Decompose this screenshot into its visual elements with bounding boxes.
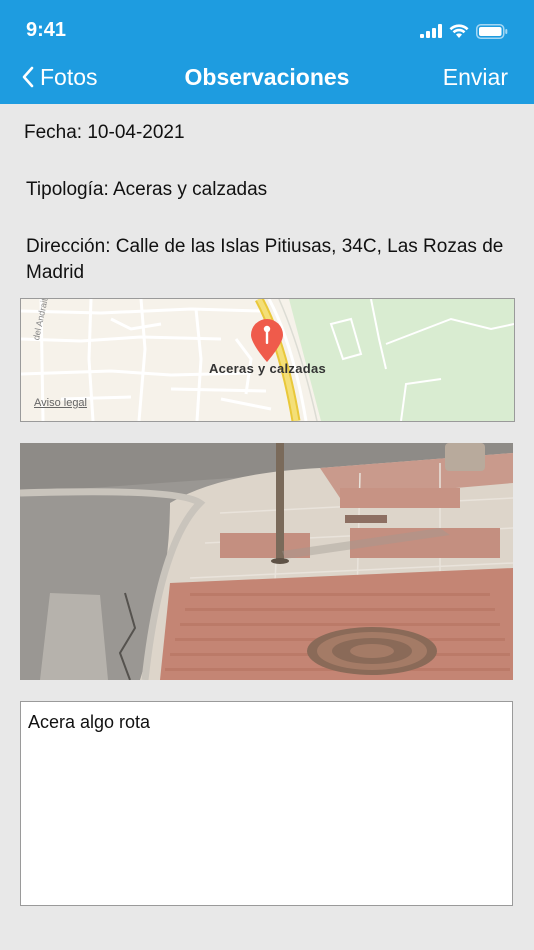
incident-photo[interactable] (20, 443, 513, 680)
map-pin-icon (251, 319, 283, 362)
observation-textarea[interactable]: Acera algo rota (20, 701, 513, 906)
map-pin-label: Aceras y calzadas (208, 361, 327, 376)
status-icons (420, 20, 508, 42)
sidewalk-photo-illustration (20, 443, 513, 680)
navigation-bar: Fotos Observaciones Enviar (0, 60, 534, 104)
legal-notice-link[interactable]: Aviso legal (34, 397, 87, 409)
address-field: Dirección: Calle de las Islas Pitiusas, … (26, 236, 504, 283)
cellular-signal-icon (420, 24, 442, 38)
observation-text: Acera algo rota (28, 712, 151, 732)
status-bar: 9:41 (0, 0, 534, 60)
status-time: 9:41 (26, 19, 67, 41)
location-map[interactable]: del Andraitx Aceras y calzadas Aviso leg… (20, 298, 515, 422)
send-button[interactable]: Enviar (443, 60, 508, 94)
date-field: Fecha: 10-04-2021 (24, 122, 185, 143)
wifi-icon (449, 23, 469, 38)
battery-icon (476, 23, 508, 39)
type-field: Tipología: Aceras y calzadas (26, 179, 268, 200)
